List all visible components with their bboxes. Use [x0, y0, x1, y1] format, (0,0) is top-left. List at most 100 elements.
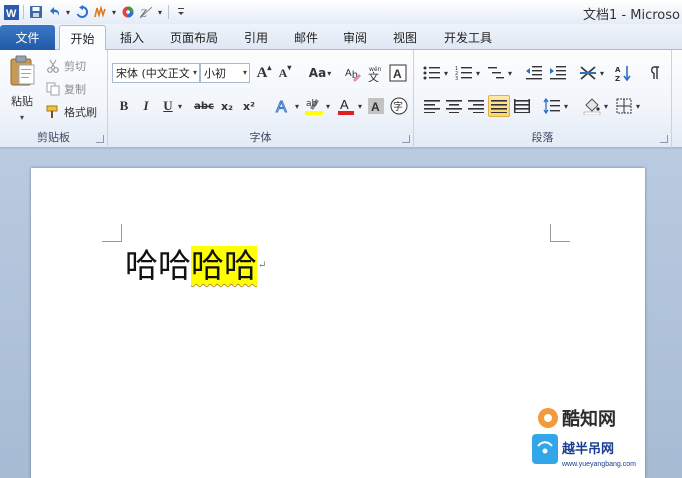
numbering-dropdown-icon[interactable]: ▾	[474, 65, 482, 81]
shading-button[interactable]	[582, 96, 602, 116]
font-size-combo[interactable]: 小初 ▾	[200, 63, 250, 83]
show-marks-button[interactable]	[646, 63, 664, 83]
font-size-dropdown-icon[interactable]: ▾	[243, 68, 247, 77]
font-color-icon: A	[338, 97, 354, 115]
line-spacing-dropdown-icon[interactable]: ▾	[562, 98, 570, 114]
watermark-brand2: 越半吊网	[561, 441, 614, 457]
word-app-icon[interactable]: W	[3, 4, 19, 20]
character-shading-button[interactable]: A	[367, 96, 385, 116]
enclose-characters-icon: 字	[390, 97, 408, 115]
clear-format-dropdown-icon[interactable]: ▾	[156, 8, 164, 17]
justify-button[interactable]	[488, 95, 510, 117]
align-right-icon	[468, 100, 484, 113]
text-effects-dropdown-icon[interactable]: ▾	[293, 98, 301, 114]
tab-home[interactable]: 开始	[59, 25, 106, 51]
svg-text:A: A	[393, 67, 402, 81]
align-center-button[interactable]	[444, 96, 464, 116]
decrease-indent-icon	[526, 66, 542, 80]
bold-button[interactable]: B	[116, 96, 132, 116]
tab-page-layout[interactable]: 页面布局	[163, 25, 225, 50]
grow-font-button[interactable]: A ▴	[255, 63, 273, 83]
paragraph-group: ▾ 123 ▾ ▾ ▾ AZ ▾ ▾ ▾ 段落	[414, 50, 672, 148]
tab-file[interactable]: 文件	[0, 25, 55, 50]
character-border-button[interactable]: A	[389, 63, 407, 83]
handwriting-icon[interactable]	[92, 4, 108, 20]
tab-developer[interactable]: 开发工具	[437, 25, 499, 50]
undo-dropdown-icon[interactable]: ▾	[64, 8, 72, 17]
italic-button[interactable]: I	[138, 96, 154, 116]
text-highlighted: 哈哈	[191, 246, 257, 285]
paste-dropdown-icon[interactable]: ▾	[20, 113, 24, 122]
customize-qat-icon[interactable]	[173, 4, 189, 20]
tab-review[interactable]: 审阅	[335, 25, 375, 50]
svg-text:文: 文	[368, 70, 379, 82]
numbering-icon: 123	[455, 66, 472, 81]
align-right-button[interactable]	[466, 96, 486, 116]
paragraph-launcher-icon[interactable]	[660, 135, 668, 143]
cut-button[interactable]: 剪切	[46, 58, 86, 74]
highlight-button[interactable]: ab	[304, 95, 324, 117]
numbering-button[interactable]: 123	[454, 63, 474, 83]
increase-indent-button[interactable]	[548, 63, 568, 83]
strikethrough-button[interactable]: abc	[192, 96, 216, 116]
underline-dropdown-icon[interactable]: ▾	[176, 98, 184, 114]
copy-button[interactable]: 复制	[46, 81, 86, 97]
borders-button[interactable]	[614, 96, 634, 116]
chinese-layout-dropdown-icon[interactable]: ▾	[598, 65, 606, 81]
shrink-font-button[interactable]: A ▾	[276, 63, 294, 83]
chinese-layout-button[interactable]	[578, 63, 598, 83]
bullets-button[interactable]	[422, 63, 442, 83]
font-name-combo[interactable]: 宋体 (中文正文 ▾	[112, 63, 200, 83]
phonetic-guide-button[interactable]: wén 文	[366, 63, 384, 83]
color-wheel-icon[interactable]	[120, 4, 136, 20]
text-effects-button[interactable]: A	[272, 95, 294, 117]
change-case-button[interactable]: Aa ▾	[306, 63, 334, 83]
increase-indent-icon	[550, 66, 566, 80]
highlighter-icon: ab	[305, 99, 323, 115]
tab-view[interactable]: 视图	[385, 25, 425, 50]
clear-formatting-button[interactable]: Ab	[344, 63, 362, 83]
bullets-icon	[423, 66, 440, 80]
subscript-button[interactable]: x₂	[218, 96, 236, 116]
font-color-dropdown-icon[interactable]: ▾	[356, 98, 364, 114]
decrease-indent-button[interactable]	[524, 63, 544, 83]
phonetic-guide-icon: wén文	[368, 66, 382, 82]
grow-font-icon: A	[256, 64, 268, 81]
highlight-dropdown-icon[interactable]: ▾	[324, 98, 332, 114]
title-bar: W ▾ ▾ Z ▾ 文档1 - Microso	[0, 0, 682, 24]
font-launcher-icon[interactable]	[402, 135, 410, 143]
format-painter-button[interactable]: 格式刷	[46, 104, 97, 120]
bullets-dropdown-icon[interactable]: ▾	[442, 65, 450, 81]
line-spacing-button[interactable]	[542, 96, 562, 116]
tab-mailings[interactable]: 邮件	[286, 25, 326, 50]
redo-icon[interactable]	[74, 4, 90, 20]
align-left-button[interactable]	[422, 96, 442, 116]
clipboard-launcher-icon[interactable]	[96, 135, 104, 143]
multilevel-list-button[interactable]	[486, 63, 506, 83]
distributed-button[interactable]	[512, 96, 532, 116]
clipboard-group-label: 剪贴板	[37, 131, 70, 144]
qat-separator	[23, 5, 24, 19]
svg-text:字: 字	[393, 100, 403, 113]
align-center-icon	[446, 100, 462, 113]
paste-button[interactable]: 粘贴 ▾	[4, 54, 40, 122]
document-text[interactable]: 哈哈哈哈↵	[125, 243, 266, 289]
enclose-characters-button[interactable]: 字	[389, 95, 409, 117]
svg-text:A: A	[371, 100, 380, 114]
undo-icon[interactable]	[46, 4, 62, 20]
font-name-dropdown-icon[interactable]: ▾	[193, 68, 197, 77]
borders-dropdown-icon[interactable]: ▾	[634, 98, 642, 114]
tab-references[interactable]: 引用	[236, 25, 276, 50]
font-color-button[interactable]: A	[336, 95, 356, 117]
multilevel-dropdown-icon[interactable]: ▾	[506, 65, 514, 81]
clear-format-icon[interactable]: Z	[138, 4, 154, 20]
shading-dropdown-icon[interactable]: ▾	[602, 98, 610, 114]
sort-button[interactable]: AZ	[614, 63, 634, 83]
superscript-button[interactable]: x²	[240, 96, 258, 116]
handwriting-dropdown-icon[interactable]: ▾	[110, 8, 118, 17]
underline-button[interactable]: U	[160, 96, 176, 116]
tab-insert[interactable]: 插入	[111, 25, 153, 50]
text-plain: 哈哈	[125, 246, 191, 285]
save-icon[interactable]	[28, 4, 44, 20]
ribbon: 粘贴 ▾ 剪切 复制 格式刷 剪贴板 宋体 (中文正文 ▾ 小初 ▾ A ▴ A…	[0, 50, 682, 148]
